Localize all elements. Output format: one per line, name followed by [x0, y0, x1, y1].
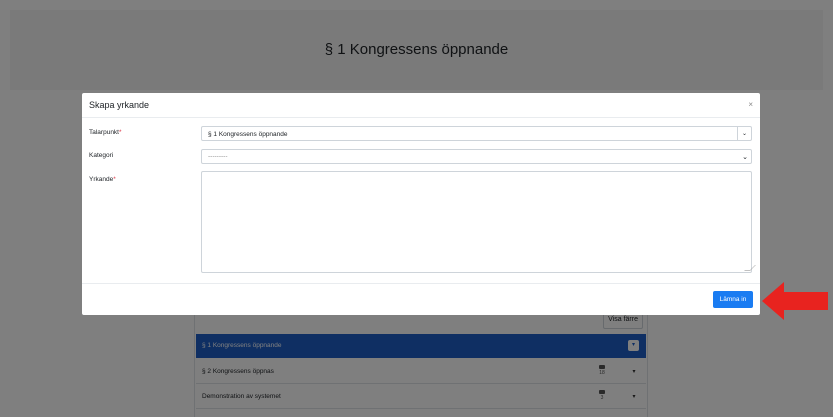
- chevron-down-icon[interactable]: ⌄: [737, 127, 751, 140]
- red-arrow-annotation: [762, 282, 828, 320]
- yrkande-textarea[interactable]: [201, 171, 756, 273]
- create-proposal-modal: Skapa yrkande × Talarpunkt* § 1 Kongress…: [82, 93, 760, 315]
- close-icon[interactable]: ×: [748, 100, 753, 109]
- talarpunkt-label: Talarpunkt*: [89, 129, 122, 136]
- resize-handle[interactable]: [744, 265, 756, 271]
- talarpunkt-select[interactable]: § 1 Kongressens öppnande ⌄: [201, 126, 752, 141]
- modal-footer: Lämna in: [82, 283, 760, 316]
- chevron-down-icon[interactable]: ⌄: [742, 153, 748, 161]
- submit-button[interactable]: Lämna in: [713, 291, 753, 308]
- modal-header: Skapa yrkande ×: [82, 93, 760, 118]
- kategori-select[interactable]: --------- ⌄: [201, 149, 752, 164]
- yrkande-label: Yrkande*: [89, 176, 116, 183]
- modal-title: Skapa yrkande: [89, 100, 150, 110]
- kategori-label: Kategori: [89, 152, 114, 159]
